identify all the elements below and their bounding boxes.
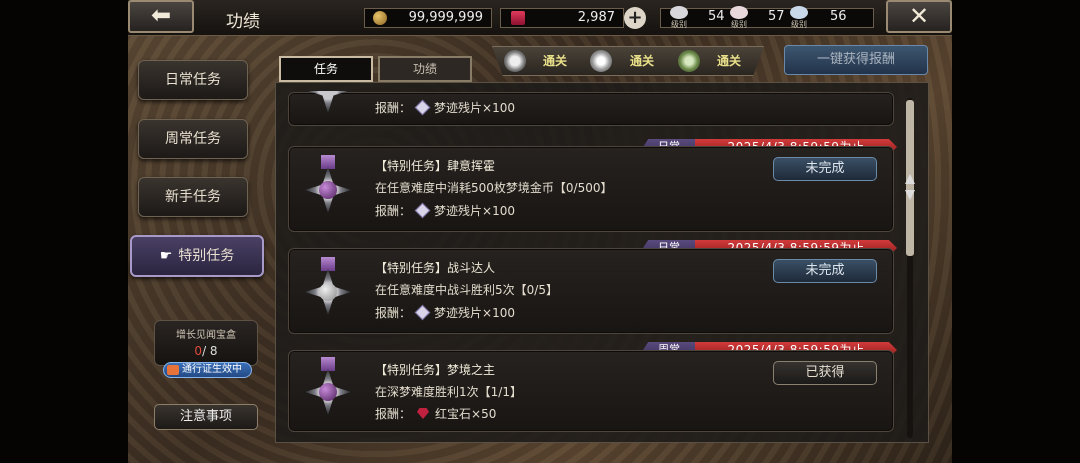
sidebar-item-label: 周常任务 bbox=[165, 131, 221, 147]
quest-status-button[interactable]: 已获得 bbox=[773, 361, 877, 385]
quest-desc: 在任意难度中消耗500枚梦境金币【0/500】 bbox=[375, 181, 613, 195]
tab-tasks[interactable]: 任务 bbox=[279, 56, 373, 82]
back-arrow-icon: ⬅ bbox=[150, 1, 172, 29]
sidebar-item-label: 日常任务 bbox=[165, 72, 221, 88]
dream-shard-icon bbox=[414, 202, 431, 219]
quest-medal-icon bbox=[303, 357, 353, 427]
gold-coin-icon bbox=[373, 11, 387, 25]
quest-medal-icon bbox=[303, 155, 353, 225]
quest-status-button[interactable]: 未完成 bbox=[773, 157, 877, 181]
gold-counter: 99,999,999 bbox=[364, 8, 492, 28]
pass-ticket-icon bbox=[167, 365, 179, 375]
level-2-badge: 级别 bbox=[728, 6, 750, 29]
ruby-counter: 2,987 bbox=[500, 8, 624, 28]
quest-row: 【特别任务】战斗达人 在任意难度中战斗胜利5次【0/5】 报酬： 梦迹残片×100… bbox=[288, 248, 894, 334]
quest-name: 【特别任务】肆意挥霍 bbox=[375, 159, 496, 173]
page-title: 功绩 bbox=[226, 12, 260, 32]
quest-medal-icon bbox=[303, 91, 353, 125]
level-3-icon bbox=[790, 6, 808, 19]
close-icon: ✕ bbox=[908, 2, 930, 30]
quest-reward: 报酬： 红宝石×50 bbox=[375, 407, 497, 421]
sidebar-item-label: 新手任务 bbox=[165, 189, 221, 205]
sidebar-item-label: 特别任务 bbox=[178, 248, 235, 264]
quest-row: 【特别任务】梦境之主 在深梦难度胜利1次【1/1】 报酬： 红宝石×50 已获得 bbox=[288, 350, 894, 432]
level-2-value: 57 bbox=[768, 9, 785, 24]
quest-row: 【特别任务】肆意挥霍 在任意难度中消耗500枚梦境金币【0/500】 报酬： 梦迹… bbox=[288, 146, 894, 232]
close-button[interactable]: ✕ bbox=[886, 0, 952, 33]
clear-label-1: 通关 bbox=[543, 54, 568, 68]
chest-progress: 0/ 8 bbox=[194, 344, 218, 358]
level-3-value: 56 bbox=[830, 9, 847, 24]
quest-medal-icon bbox=[303, 257, 353, 327]
notice-button[interactable]: 注意事项 bbox=[154, 404, 258, 430]
clear-label-3: 通关 bbox=[717, 54, 742, 68]
claim-all-button[interactable]: 一键获得报酬 bbox=[784, 45, 928, 75]
tab-achievements[interactable]: 功绩 bbox=[378, 56, 472, 82]
sidebar-item-weekly[interactable]: 周常任务 bbox=[138, 119, 248, 159]
left-margin bbox=[0, 0, 128, 463]
chest-title: 增长见闻宝盒 bbox=[176, 330, 236, 341]
pointing-hand-icon: ☛ bbox=[159, 248, 173, 264]
sidebar-item-daily[interactable]: 日常任务 bbox=[138, 60, 248, 100]
sidebar-item-newbie[interactable]: 新手任务 bbox=[138, 177, 248, 217]
clear-medal-2-icon bbox=[590, 50, 612, 72]
level-3-badge: 级别 bbox=[788, 6, 810, 29]
ruby-icon bbox=[417, 408, 430, 419]
quest-reward: 报酬： 梦迹残片×100 bbox=[375, 99, 515, 116]
dream-shard-icon bbox=[414, 99, 431, 116]
quest-desc: 在任意难度中战斗胜利5次【0/5】 bbox=[375, 283, 558, 297]
clear-medal-3-icon bbox=[678, 50, 700, 72]
quest-name: 【特别任务】梦境之主 bbox=[375, 363, 496, 377]
quest-reward: 报酬： 梦迹残片×100 bbox=[375, 202, 515, 219]
dream-shard-icon bbox=[414, 304, 431, 321]
quest-desc: 在深梦难度胜利1次【1/1】 bbox=[375, 385, 522, 399]
quest-status-button[interactable]: 未完成 bbox=[773, 259, 877, 283]
ruby-icon bbox=[511, 11, 525, 25]
level-1-badge: 级别 bbox=[668, 6, 690, 29]
add-ruby-button[interactable]: + bbox=[624, 7, 646, 29]
clear-label-2: 通关 bbox=[630, 54, 655, 68]
quest-row: 报酬： 梦迹残片×100 bbox=[288, 91, 894, 126]
gold-amount: 99,999,999 bbox=[408, 10, 483, 25]
growth-chest[interactable]: 增长见闻宝盒 0/ 8 bbox=[154, 320, 258, 366]
back-button[interactable]: ⬅ bbox=[128, 0, 194, 33]
quest-name: 【特别任务】战斗达人 bbox=[375, 261, 496, 275]
quest-reward: 报酬： 梦迹残片×100 bbox=[375, 304, 515, 321]
level-1-value: 54 bbox=[708, 9, 725, 24]
right-margin bbox=[952, 0, 1080, 463]
ruby-amount: 2,987 bbox=[577, 10, 615, 25]
pass-active-badge[interactable]: 通行证生效中 bbox=[163, 362, 252, 378]
level-1-icon bbox=[670, 6, 688, 19]
level-2-icon bbox=[730, 6, 748, 19]
sidebar-item-special[interactable]: ☛ 特别任务 bbox=[130, 235, 264, 277]
clear-medal-1-icon bbox=[504, 50, 526, 72]
